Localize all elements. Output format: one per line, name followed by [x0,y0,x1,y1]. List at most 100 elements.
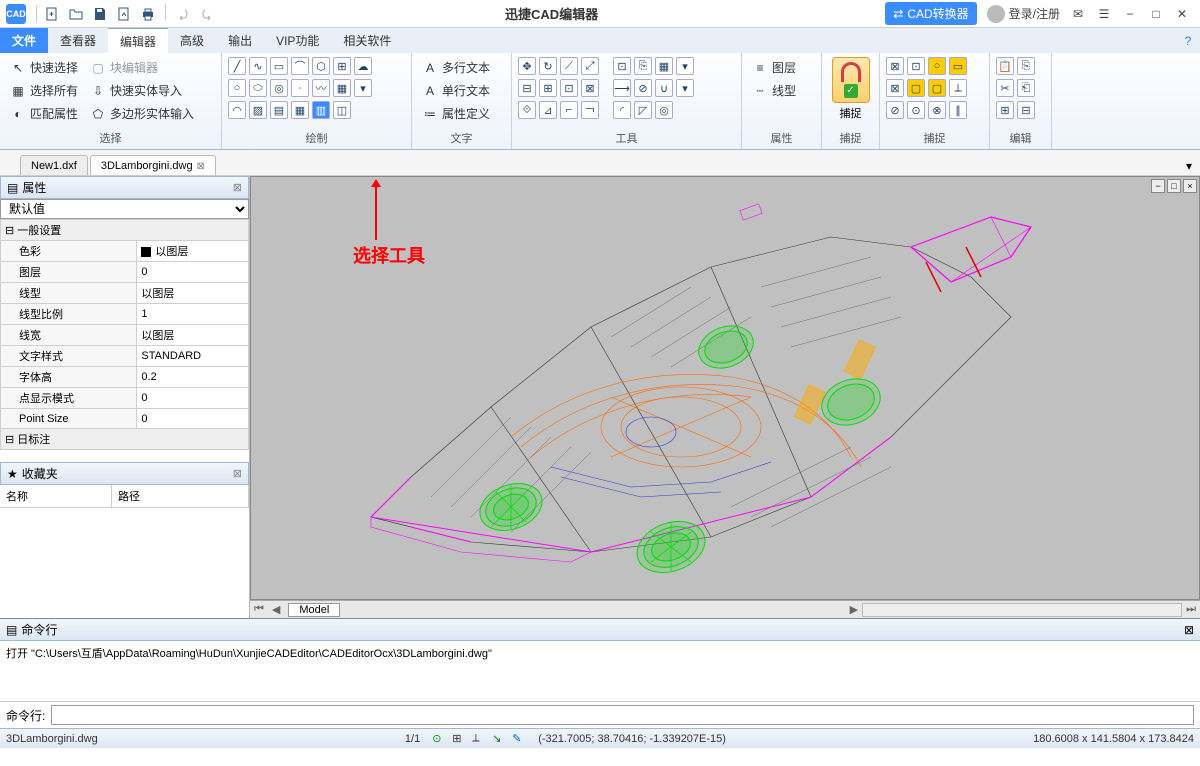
block-editor-button[interactable]: ▢块编辑器 [86,57,198,78]
fav-col-name[interactable]: 名称 [0,485,112,507]
qa-export[interactable] [113,3,135,25]
dim8-icon[interactable]: ￢ [581,101,599,119]
more-t2-icon[interactable]: ▾ [676,79,694,97]
grid-icon[interactable]: ▦ [291,101,309,119]
table-icon[interactable]: ▥ [312,101,330,119]
menu-vip[interactable]: VIP功能 [264,28,331,53]
attdef-button[interactable]: ≔属性定义 [418,103,494,124]
sb-icon-3[interactable]: ⟂ [472,732,486,746]
props-section-annot[interactable]: ⊟ 日标注 [1,429,249,450]
fast-import-button[interactable]: ⇩快速实体导入 [86,80,198,101]
rect-icon[interactable]: ▭ [270,57,288,75]
snap-mid-icon[interactable]: ⊡ [907,57,925,75]
converter-badge[interactable]: ⇄CAD转换器 [885,2,976,25]
snap-ins-icon[interactable]: ▢ [928,79,946,97]
fill-icon[interactable]: ▤ [270,101,288,119]
props-section-general[interactable]: ⊟ 一般设置 [1,220,249,241]
qa-undo[interactable] [172,3,194,25]
edit4-icon[interactable]: ⊟ [1017,101,1035,119]
prop-row[interactable]: 点显示模式0 [1,388,249,409]
sb-icon-5[interactable]: ✎ [512,732,526,746]
move-icon[interactable]: ✥ [518,57,536,75]
maximize-button[interactable]: □ [1148,7,1164,21]
sb-icon-1[interactable]: ⊙ [432,732,446,746]
vp-close[interactable]: × [1183,179,1197,193]
menu-output[interactable]: 输出 [216,28,264,53]
prop-row[interactable]: 线型比例1 [1,304,249,325]
prop-row[interactable]: 线宽以图层 [1,325,249,346]
model-tab[interactable]: Model [288,603,340,617]
qa-new[interactable] [41,3,63,25]
vp-min[interactable]: − [1151,179,1165,193]
snap-app-icon[interactable]: ⊗ [928,101,946,119]
snap-quad-icon[interactable]: ⊠ [886,79,904,97]
command-input[interactable] [51,705,1194,725]
array-icon[interactable]: ⊞ [333,57,351,75]
join-icon[interactable]: ∪ [655,79,673,97]
line-icon[interactable]: ╱ [228,57,246,75]
spline-icon[interactable]: ∿ [249,57,267,75]
cut-icon[interactable]: ✂ [996,79,1014,97]
snap-par-icon[interactable]: ∥ [949,101,967,119]
tab-new1[interactable]: New1.dxf [20,155,88,175]
mtext-button[interactable]: A多行文本 [418,57,494,78]
qa-redo[interactable] [196,3,218,25]
match-props-button[interactable]: ◐匹配属性 [6,103,82,124]
model-nav-last[interactable]: ⏭ [1182,603,1200,616]
point-icon[interactable]: ∙ [291,79,309,97]
prop-row[interactable]: Point Size0 [1,409,249,429]
dim3-icon[interactable]: ⊡ [560,79,578,97]
sb-icon-4[interactable]: ↘ [492,732,506,746]
scale-icon[interactable]: ⤢ [581,57,599,75]
fillet-icon[interactable]: ◜ [613,101,631,119]
menu-related[interactable]: 相关软件 [331,28,403,53]
qa-print[interactable] [137,3,159,25]
linetype-button[interactable]: ┄线型 [748,80,800,101]
props-close[interactable]: ⊠ [233,181,242,194]
break-icon[interactable]: ⊘ [634,79,652,97]
snap-toggle-button[interactable]: ✓ [832,57,870,103]
hatch-icon[interactable]: ▨ [249,101,267,119]
arc-icon[interactable]: ⌒ [291,57,309,75]
sb-icon-2[interactable]: ⊞ [452,732,466,746]
menu-file[interactable]: 文件 [0,28,48,53]
circle-icon[interactable]: ○ [228,79,246,97]
curve-icon[interactable]: 〰 [312,79,330,97]
prop-row[interactable]: 字体高0.2 [1,367,249,388]
more-t1-icon[interactable]: ▾ [676,57,694,75]
menu-advanced[interactable]: 高级 [168,28,216,53]
snap-cen-icon[interactable]: ○ [928,57,946,75]
offset-icon[interactable]: ◎ [655,101,673,119]
menu-viewer[interactable]: 查看器 [48,28,108,53]
model-nav-next[interactable]: ▶ [846,603,862,616]
trim-icon[interactable]: ⊡ [613,57,631,75]
extend-icon[interactable]: ⟶ [613,79,631,97]
edit3-icon[interactable]: ⊞ [996,101,1014,119]
select-all-button[interactable]: ▦选择所有 [6,80,82,101]
snap-perp-icon[interactable]: ⟂ [949,79,967,97]
cmd-close[interactable]: ⊠ [1184,623,1194,637]
viewport[interactable]: − □ × 选择工具 [250,176,1200,600]
poly-input-button[interactable]: ⬠多边形实体输入 [86,103,198,124]
minimize-button[interactable]: − [1122,7,1138,21]
dim7-icon[interactable]: ⌐ [560,101,578,119]
shape-icon[interactable]: ⬡ [312,57,330,75]
more-draw-icon[interactable]: ▾ [354,79,372,97]
mirror-icon[interactable]: ⟋ [560,57,578,75]
qa-open[interactable] [65,3,87,25]
arc2-icon[interactable]: ◠ [228,101,246,119]
prop-row[interactable]: 文字样式STANDARD [1,346,249,367]
close-button[interactable]: ✕ [1174,7,1190,21]
snap-near-icon[interactable]: ⊙ [907,101,925,119]
dim4-icon[interactable]: ⊠ [581,79,599,97]
dim1-icon[interactable]: ⊟ [518,79,536,97]
dim5-icon[interactable]: ⟐ [518,101,536,119]
help-button[interactable]: ? [1176,28,1200,53]
cloud-icon[interactable]: ☁ [354,57,372,75]
paste2-icon[interactable]: ⎗ [1017,79,1035,97]
copy-icon[interactable]: ⎘ [634,57,652,75]
tabs-more[interactable]: ▾ [1178,157,1200,175]
qa-save[interactable] [89,3,111,25]
block2-icon[interactable]: ◫ [333,101,351,119]
layer-button[interactable]: ≡图层 [748,57,800,78]
